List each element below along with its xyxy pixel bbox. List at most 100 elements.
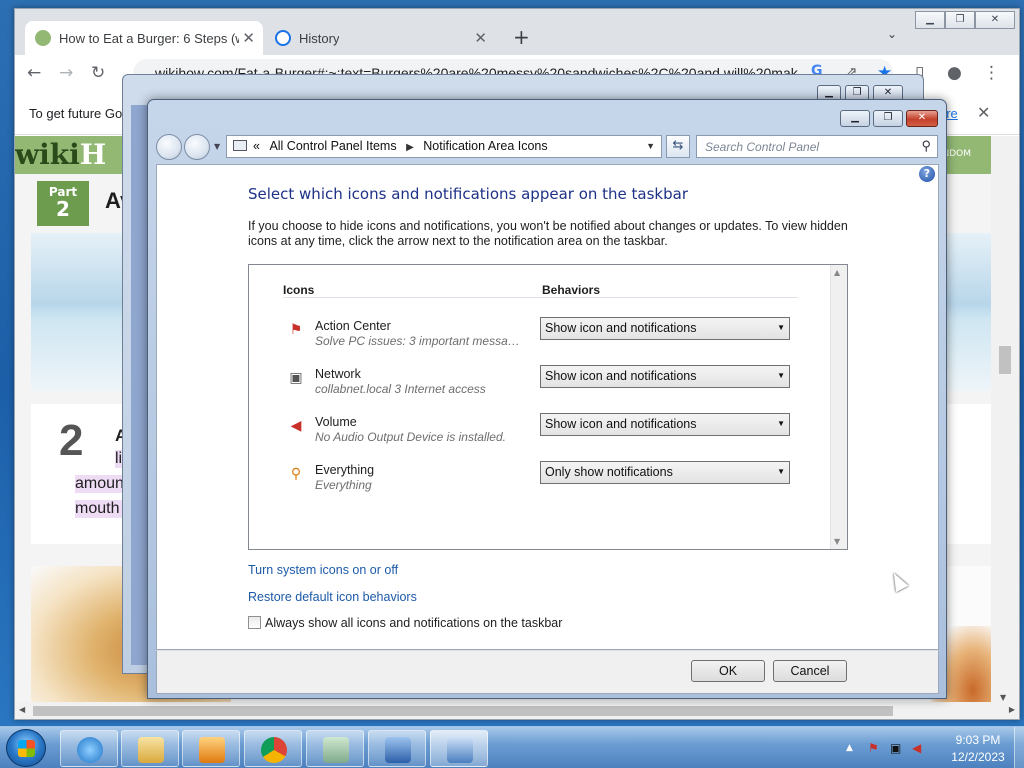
turn-system-icons-link[interactable]: Turn system icons on or off <box>248 563 398 577</box>
taskbar-control-panel[interactable] <box>430 730 488 767</box>
scrollbar-thumb[interactable] <box>33 706 893 716</box>
item-description: Everything <box>315 478 372 492</box>
vertical-scrollbar[interactable]: ▼ <box>991 136 1019 704</box>
start-button[interactable] <box>6 729 46 767</box>
volume-tray-icon[interactable]: ◀ <box>912 741 921 755</box>
restore-defaults-link[interactable]: Restore default icon behaviors <box>248 590 417 604</box>
scroll-up-arrow-icon[interactable]: ▲ <box>834 268 840 277</box>
scroll-right-arrow-icon[interactable]: ▶ <box>1009 705 1015 714</box>
network-icon: ▣ <box>289 370 303 386</box>
scroll-down-arrow-icon[interactable]: ▼ <box>1000 693 1006 702</box>
part-number: 2 <box>56 197 70 221</box>
taskbar-remote-desktop[interactable] <box>368 730 426 767</box>
show-hidden-icons-arrow-icon[interactable]: ▲ <box>846 743 853 753</box>
taskbar-file-explorer[interactable] <box>121 730 179 767</box>
search-icon[interactable]: ⚲ <box>921 138 931 154</box>
remote-desktop-icon <box>385 737 411 763</box>
item-description: collabnet.local 3 Internet access <box>315 382 486 396</box>
close-window-button[interactable]: ✕ <box>906 110 938 127</box>
notification-area-icons-window: ▁ ❐ ✕ ▼ « All Control Panel Items ▶ Noti… <box>147 99 947 699</box>
cancel-button[interactable]: Cancel <box>773 660 847 682</box>
network-tray-icon[interactable]: ▣ <box>890 741 901 755</box>
item-name: Action Center <box>315 319 391 333</box>
minimize-button[interactable]: ▁ <box>840 110 870 127</box>
icons-list: Icons Behaviors ⚑ Action Center Solve PC… <box>248 264 848 550</box>
clock-date[interactable]: 12/2/2023 <box>942 750 1014 764</box>
maximize-button[interactable]: ❐ <box>945 11 975 29</box>
help-icon[interactable]: ? <box>919 166 935 182</box>
dialog-footer: OK Cancel <box>156 650 939 694</box>
ok-button[interactable]: OK <box>691 660 765 682</box>
breadcrumb-overflow[interactable]: « <box>253 139 260 153</box>
taskbar-internet-explorer[interactable] <box>60 730 118 767</box>
behavior-select[interactable]: Only show notifications ▼ <box>540 461 790 484</box>
reload-icon[interactable]: ↻ <box>91 63 105 83</box>
behavior-select[interactable]: Show icon and notifications ▼ <box>540 413 790 436</box>
search-input[interactable]: Search Control Panel ⚲ <box>696 135 938 158</box>
back-button[interactable] <box>156 134 182 160</box>
horizontal-scrollbar[interactable]: ◀ ▶ <box>15 702 1019 719</box>
forward-button[interactable] <box>184 134 210 160</box>
description: If you choose to hide icons and notifica… <box>248 219 848 248</box>
recent-pages-dropdown-icon[interactable]: ▼ <box>214 142 220 151</box>
tab-search-chevron-icon[interactable]: ⌄ <box>887 27 897 41</box>
profile-avatar-icon[interactable]: ● <box>947 63 962 83</box>
minimize-button[interactable]: ▁ <box>915 11 945 29</box>
step-number: 2 <box>59 416 84 465</box>
volume-icon: ◀ <box>290 418 302 434</box>
breadcrumb-notification-area-icons[interactable]: Notification Area Icons <box>423 139 547 153</box>
menu-dots-icon[interactable]: ⋮ <box>983 63 1000 83</box>
chevron-down-icon: ▼ <box>777 419 785 428</box>
list-item: ▣ Network collabnet.local 3 Internet acc… <box>287 365 807 405</box>
info-bar-text: To get future Go <box>29 106 123 121</box>
chevron-down-icon: ▼ <box>777 323 785 332</box>
action-center-tray-icon[interactable]: ⚑ <box>868 741 879 755</box>
chrome-icon <box>261 737 287 763</box>
notification-area: ▲ ⚑ ▣ ◀ 9:03 PM 12/2/2023 <box>824 727 1024 768</box>
list-item: ⚑ Action Center Solve PC issues: 3 impor… <box>287 317 807 357</box>
back-arrow-icon[interactable]: ← <box>27 63 41 83</box>
behavior-select[interactable]: Show icon and notifications ▼ <box>540 317 790 340</box>
item-name: Network <box>315 367 361 381</box>
forward-arrow-icon[interactable]: → <box>59 63 73 83</box>
new-tab-button[interactable]: + <box>513 25 530 49</box>
always-show-all-checkbox[interactable] <box>248 616 261 629</box>
breadcrumb-all-control-panel-items[interactable]: All Control Panel Items <box>269 139 396 153</box>
wikihow-logo[interactable]: wikiH <box>15 138 106 171</box>
tab-history[interactable]: History ✕ <box>265 21 495 55</box>
column-header-behaviors: Behaviors <box>542 283 601 297</box>
address-bar[interactable]: « All Control Panel Items ▶ Notification… <box>226 135 662 158</box>
address-dropdown-icon[interactable]: ▼ <box>646 141 655 151</box>
maximize-button[interactable]: ❐ <box>873 110 903 127</box>
taskbar: ▲ ⚑ ▣ ◀ 9:03 PM 12/2/2023 <box>0 726 1024 768</box>
taskbar-file-manager[interactable] <box>306 730 364 767</box>
taskbar-chrome[interactable] <box>244 730 302 767</box>
refresh-button[interactable]: ⇆ <box>666 135 690 158</box>
everything-search-icon: ⚲ <box>290 466 302 482</box>
scroll-down-arrow-icon[interactable]: ▼ <box>834 537 840 546</box>
search-placeholder: Search Control Panel <box>705 140 820 154</box>
chevron-down-icon: ▼ <box>777 371 785 380</box>
list-item: ⚲ Everything Everything Only show notifi… <box>287 461 807 501</box>
show-desktop-button[interactable] <box>1014 727 1024 768</box>
close-tab-icon[interactable]: ✕ <box>474 29 487 47</box>
close-info-bar-icon[interactable]: ✕ <box>977 103 990 123</box>
scrollbar-thumb[interactable] <box>999 346 1011 374</box>
tab-strip: How to Eat a Burger: 6 Steps (wit ✕ Hist… <box>15 9 1019 55</box>
scroll-left-arrow-icon[interactable]: ◀ <box>19 705 25 714</box>
taskbar-media-player[interactable] <box>182 730 240 767</box>
column-header-icons: Icons <box>283 283 315 297</box>
close-window-button[interactable]: ✕ <box>975 11 1015 29</box>
behavior-select[interactable]: Show icon and notifications ▼ <box>540 365 790 388</box>
media-player-icon <box>199 737 225 763</box>
breadcrumb-arrow-icon[interactable]: ▶ <box>406 142 414 153</box>
tab-title: How to Eat a Burger: 6 Steps (wit <box>59 30 239 46</box>
item-name: Everything <box>315 463 375 477</box>
tab-how-to-eat-a-burger[interactable]: How to Eat a Burger: 6 Steps (wit ✕ <box>25 21 263 55</box>
header-divider <box>283 297 798 298</box>
always-show-all-row[interactable]: Always show all icons and notifications … <box>248 616 562 630</box>
close-tab-icon[interactable]: ✕ <box>242 29 255 47</box>
clock-time[interactable]: 9:03 PM <box>952 733 1004 747</box>
list-scrollbar[interactable]: ▲ ▼ <box>830 265 847 549</box>
checkbox-label: Always show all icons and notifications … <box>265 616 563 630</box>
